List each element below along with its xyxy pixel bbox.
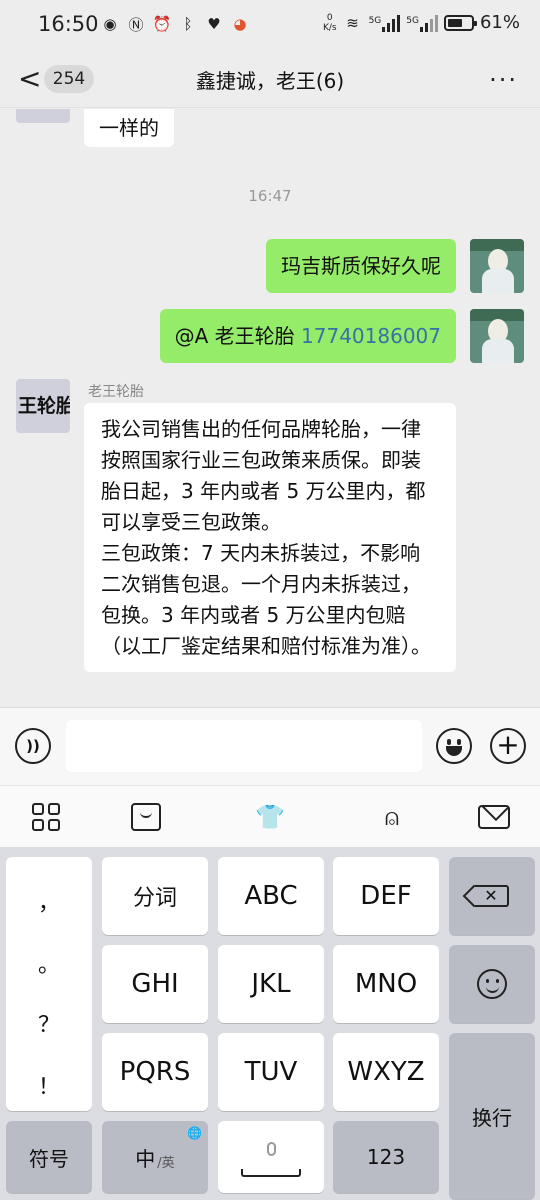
- punct-key[interactable]: 。: [6, 947, 92, 979]
- plus-icon[interactable]: +: [490, 728, 526, 764]
- space-key[interactable]: [218, 1121, 324, 1193]
- message-input[interactable]: [66, 720, 422, 772]
- key-wxyz[interactable]: WXYZ: [333, 1033, 439, 1111]
- globe-icon: 🌐: [187, 1126, 202, 1140]
- microphone-icon: [241, 1132, 301, 1182]
- input-bar: )) +: [0, 707, 540, 785]
- phone-link[interactable]: 17740186007: [301, 324, 441, 348]
- key-fenci[interactable]: 分词: [102, 857, 208, 935]
- wifi-icon: ≋: [346, 13, 359, 32]
- numbers-key[interactable]: 123: [333, 1121, 439, 1193]
- backspace-icon: ✕: [475, 885, 509, 907]
- key-jkl[interactable]: JKL: [218, 945, 324, 1023]
- punctuation-column[interactable]: ， 。 ？ ！: [6, 857, 92, 1111]
- signal-2-label: 5G: [406, 15, 419, 26]
- message-timestamp: 16:47: [248, 187, 292, 205]
- back-icon[interactable]: <: [18, 64, 41, 94]
- net-speed-value: 0: [326, 12, 333, 23]
- avatar[interactable]: [16, 109, 70, 123]
- message-bubble[interactable]: @A 老王轮胎 17740186007: [159, 309, 456, 363]
- signal-1: 5G: [369, 14, 401, 32]
- battery-icon: [443, 14, 477, 31]
- key-pqrs[interactable]: PQRS: [102, 1033, 208, 1111]
- net-speed: 0 K/s: [323, 13, 337, 33]
- link-icon: ♥: [207, 15, 221, 33]
- enter-key[interactable]: 换行: [449, 1033, 535, 1199]
- status-bar: 16:50 ◉ Ⓝ ⏰ ᛒ ♥ ◕ 0 K/s ≋ 5G 5G 61%: [0, 0, 540, 52]
- weibo-icon: ◕: [233, 15, 247, 33]
- emoji-icon[interactable]: [436, 728, 472, 764]
- signal-2-icon: [419, 14, 438, 32]
- lang-main-label: 中: [135, 1146, 156, 1171]
- voice-icon[interactable]: )): [15, 728, 51, 764]
- message-bubble[interactable]: 玛吉斯质保好久呢: [266, 239, 456, 293]
- net-speed-unit: K/s: [322, 22, 337, 33]
- key-mno[interactable]: MNO: [333, 945, 439, 1023]
- unread-count-badge[interactable]: 254: [44, 65, 94, 93]
- lang-sub-label: /英: [157, 1155, 175, 1171]
- chat-title: 鑫捷诚，老王(6): [195, 69, 345, 93]
- status-time: 16:50: [38, 12, 99, 36]
- clipboard-icon[interactable]: [129, 800, 163, 834]
- avatar[interactable]: [470, 309, 524, 363]
- signal-2: 5G: [406, 14, 438, 32]
- smiley-icon: [477, 969, 507, 999]
- key-tuv[interactable]: TUV: [218, 1033, 324, 1111]
- key-def[interactable]: DEF: [333, 857, 439, 935]
- keyboard-toolbar: 👕 ⍝: [0, 785, 540, 847]
- punct-key[interactable]: ！: [6, 1069, 92, 1101]
- apps-grid-icon[interactable]: [29, 800, 63, 834]
- emoji-key[interactable]: [449, 945, 535, 1023]
- key-ghi[interactable]: GHI: [102, 945, 208, 1023]
- avatar[interactable]: [470, 239, 524, 293]
- avatar[interactable]: 王轮胎: [16, 379, 70, 433]
- nfc-icon: Ⓝ: [128, 15, 144, 34]
- message-bubble[interactable]: 一样的: [84, 109, 174, 147]
- alarm-icon: ⏰: [152, 15, 172, 33]
- message-list[interactable]: 一样的 16:47 玛吉斯质保好久呢 @A 老王轮胎 17740186007 王…: [0, 109, 540, 707]
- symbols-key[interactable]: 符号: [6, 1121, 92, 1193]
- mention-text: @A 老王轮胎: [174, 324, 302, 348]
- sender-name: 老王轮胎: [88, 384, 144, 400]
- punct-key[interactable]: ？: [6, 1007, 92, 1039]
- bluetooth-icon: ᛒ: [183, 15, 193, 33]
- ai-assistant-icon[interactable]: ⍝: [375, 800, 409, 834]
- skin-icon[interactable]: 👕: [253, 800, 287, 834]
- more-options-icon[interactable]: ···: [489, 66, 518, 94]
- eye-icon: ◉: [103, 15, 117, 33]
- backspace-key[interactable]: ✕: [449, 857, 535, 935]
- keyboard: ， 。 ？ ！ 分词 ABC DEF ✕ GHI JKL MNO PQRS TU…: [0, 847, 540, 1200]
- key-abc[interactable]: ABC: [218, 857, 324, 935]
- signal-1-label: 5G: [368, 15, 382, 26]
- signal-1-icon: [382, 14, 401, 32]
- punct-key[interactable]: ，: [6, 885, 92, 917]
- battery-percent: 61%: [479, 12, 520, 33]
- status-right: 0 K/s ≋ 5G 5G 61%: [323, 12, 520, 33]
- message-bubble[interactable]: 我公司销售出的任何品牌轮胎，一律按照国家行业三包政策来质保。即装胎日起，3 年内…: [84, 403, 456, 672]
- status-notification-icons: ◉ Ⓝ ⏰ ᛒ ♥ ◕: [100, 14, 250, 34]
- language-switch-key[interactable]: 中/英 🌐: [102, 1121, 208, 1193]
- collapse-keyboard-icon[interactable]: [477, 800, 511, 834]
- chat-header: < 254 鑫捷诚，老王(6) ···: [0, 52, 540, 108]
